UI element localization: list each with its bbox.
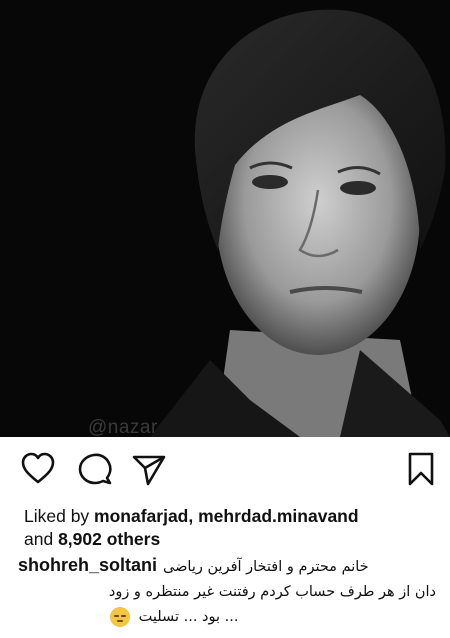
portrait-image: [0, 0, 450, 437]
photo-watermark: @nazar: [88, 417, 158, 437]
post-caption: shohreh_soltani خانم محترم و افتخار آفری…: [18, 553, 442, 630]
liker-link[interactable]: monafarjad: [94, 506, 188, 526]
caption-username[interactable]: shohreh_soltani: [18, 553, 157, 578]
caption-text-line3: ... بود ... تسلیت: [138, 609, 239, 625]
bookmark-icon[interactable]: [403, 451, 439, 487]
post-photo[interactable]: @nazar: [0, 0, 450, 437]
likes-separator: ,: [188, 506, 199, 526]
liker-link[interactable]: mehrdad.minavand: [198, 506, 358, 526]
likes-prefix: Liked by: [24, 506, 95, 526]
pensive-face-icon: [110, 607, 130, 627]
comment-icon[interactable]: [77, 451, 113, 487]
likes-count[interactable]: 8,902 others: [58, 529, 160, 549]
likes-and: and: [24, 529, 59, 549]
caption-text-line1: خانم محترم و افتخار آفرین ریاضی: [163, 559, 369, 575]
action-bar: [0, 437, 450, 501]
send-icon[interactable]: [131, 451, 167, 487]
heart-icon[interactable]: [20, 451, 56, 487]
likes-summary: Liked by monafarjad, mehrdad.minavand an…: [24, 505, 434, 551]
caption-text-line2: دان از هر طرف حساب کردم رفتنت غیر منتظره…: [108, 584, 436, 600]
